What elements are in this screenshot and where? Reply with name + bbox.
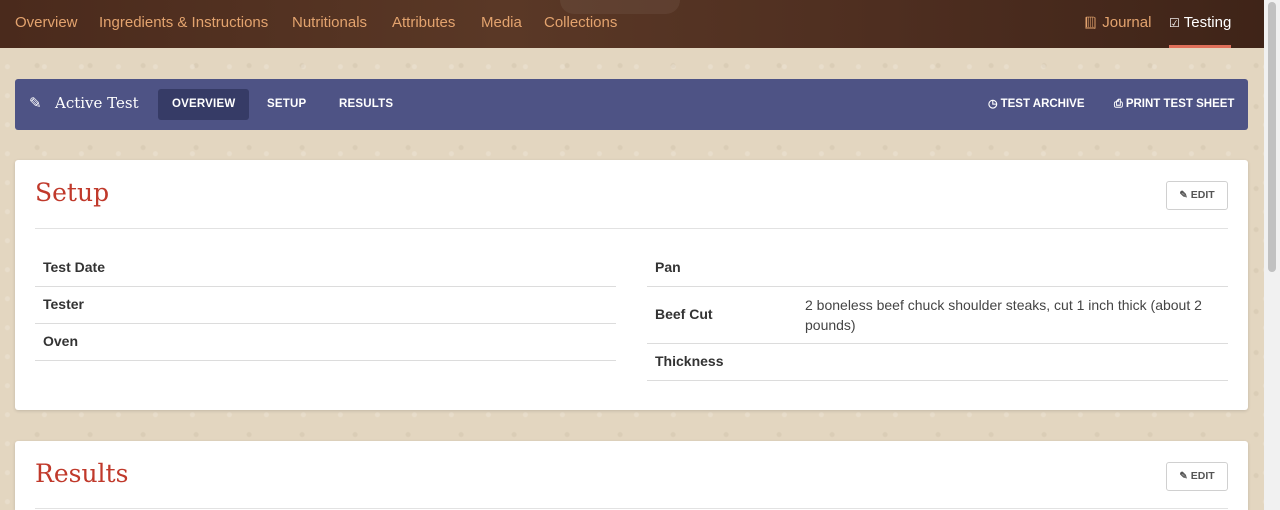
row-value: 2 boneless beef chuck shoulder steaks, c… — [805, 297, 1202, 333]
results-card: Results ✎ EDIT — [15, 441, 1248, 510]
setup-row-beef-cut: Beef Cut 2 boneless beef chuck shoulder … — [647, 287, 1228, 344]
recipe-nav: Overview Ingredients & Instructions Nutr… — [0, 0, 1264, 48]
print-icon: ⎙ — [1114, 98, 1123, 110]
setup-edit-label: EDIT — [1190, 189, 1215, 201]
results-edit-button[interactable]: ✎ EDIT — [1166, 462, 1228, 491]
print-test-sheet-label: PRINT TEST SHEET — [1125, 98, 1235, 110]
nav-media[interactable]: Media — [481, 0, 522, 48]
nav-nutritionals[interactable]: Nutritionals — [292, 0, 367, 48]
book-icon: 📕︎ — [1083, 16, 1099, 30]
row-label: Beef Cut — [655, 306, 713, 322]
active-test-toolbar: ✎ Active Test OVERVIEW SETUP RESULTS ◷ TES… — [15, 79, 1248, 130]
active-test-label: Active Test — [55, 94, 139, 112]
nav-collections[interactable]: Collections — [544, 0, 617, 48]
nav-ingredients-instructions[interactable]: Ingredients & Instructions — [99, 0, 268, 48]
row-label: Thickness — [655, 353, 724, 369]
pencil-icon: ✎ — [1179, 471, 1188, 482]
row-label: Tester — [43, 296, 84, 312]
checkbox-icon: ☑ — [1169, 16, 1180, 30]
test-archive-label: TEST ARCHIVE — [1000, 98, 1085, 110]
setup-row-pan: Pan — [647, 249, 1228, 287]
pencil-icon: ✎ — [1179, 190, 1188, 201]
pencil-icon: ✎ — [29, 94, 42, 112]
scrollbar-thumb[interactable] — [1268, 2, 1276, 272]
setup-row-test-date: Test Date — [35, 249, 616, 287]
tab-overview[interactable]: OVERVIEW — [158, 89, 250, 120]
nav-attributes[interactable]: Attributes — [392, 0, 455, 48]
nav-journal-label: Journal — [1102, 14, 1152, 31]
setup-edit-button[interactable]: ✎ EDIT — [1166, 181, 1228, 210]
nav-journal[interactable]: 📕︎ Journal — [1083, 0, 1151, 48]
nav-overview[interactable]: Overview — [15, 0, 78, 48]
nav-testing[interactable]: ☑ Testing — [1169, 0, 1232, 48]
setup-row-thickness: Thickness — [647, 344, 1228, 381]
tab-results[interactable]: RESULTS — [325, 89, 407, 120]
row-label: Oven — [43, 333, 79, 349]
test-archive-button[interactable]: ◷ TEST ARCHIVE — [988, 89, 1085, 120]
page-scrollbar[interactable] — [1264, 0, 1280, 510]
active-test-title: ✎ Active Test — [29, 79, 139, 130]
tab-setup[interactable]: SETUP — [253, 89, 320, 120]
row-label: Pan — [655, 259, 681, 275]
setup-row-tester: Tester — [35, 287, 616, 324]
clock-icon: ◷ — [988, 98, 998, 110]
nav-testing-label: Testing — [1183, 14, 1232, 31]
results-heading: Results — [35, 459, 129, 488]
setup-card: Setup ✎ EDIT Test Date Tester Oven Pan Be… — [15, 160, 1248, 410]
results-divider — [35, 508, 1228, 509]
setup-divider — [35, 228, 1228, 229]
results-edit-label: EDIT — [1190, 470, 1215, 482]
setup-heading: Setup — [35, 178, 110, 207]
row-label: Test Date — [43, 259, 105, 275]
print-test-sheet-button[interactable]: ⎙ PRINT TEST SHEET — [1114, 89, 1234, 120]
setup-row-oven: Oven — [35, 324, 616, 361]
active-tab-indicator — [1169, 45, 1232, 48]
